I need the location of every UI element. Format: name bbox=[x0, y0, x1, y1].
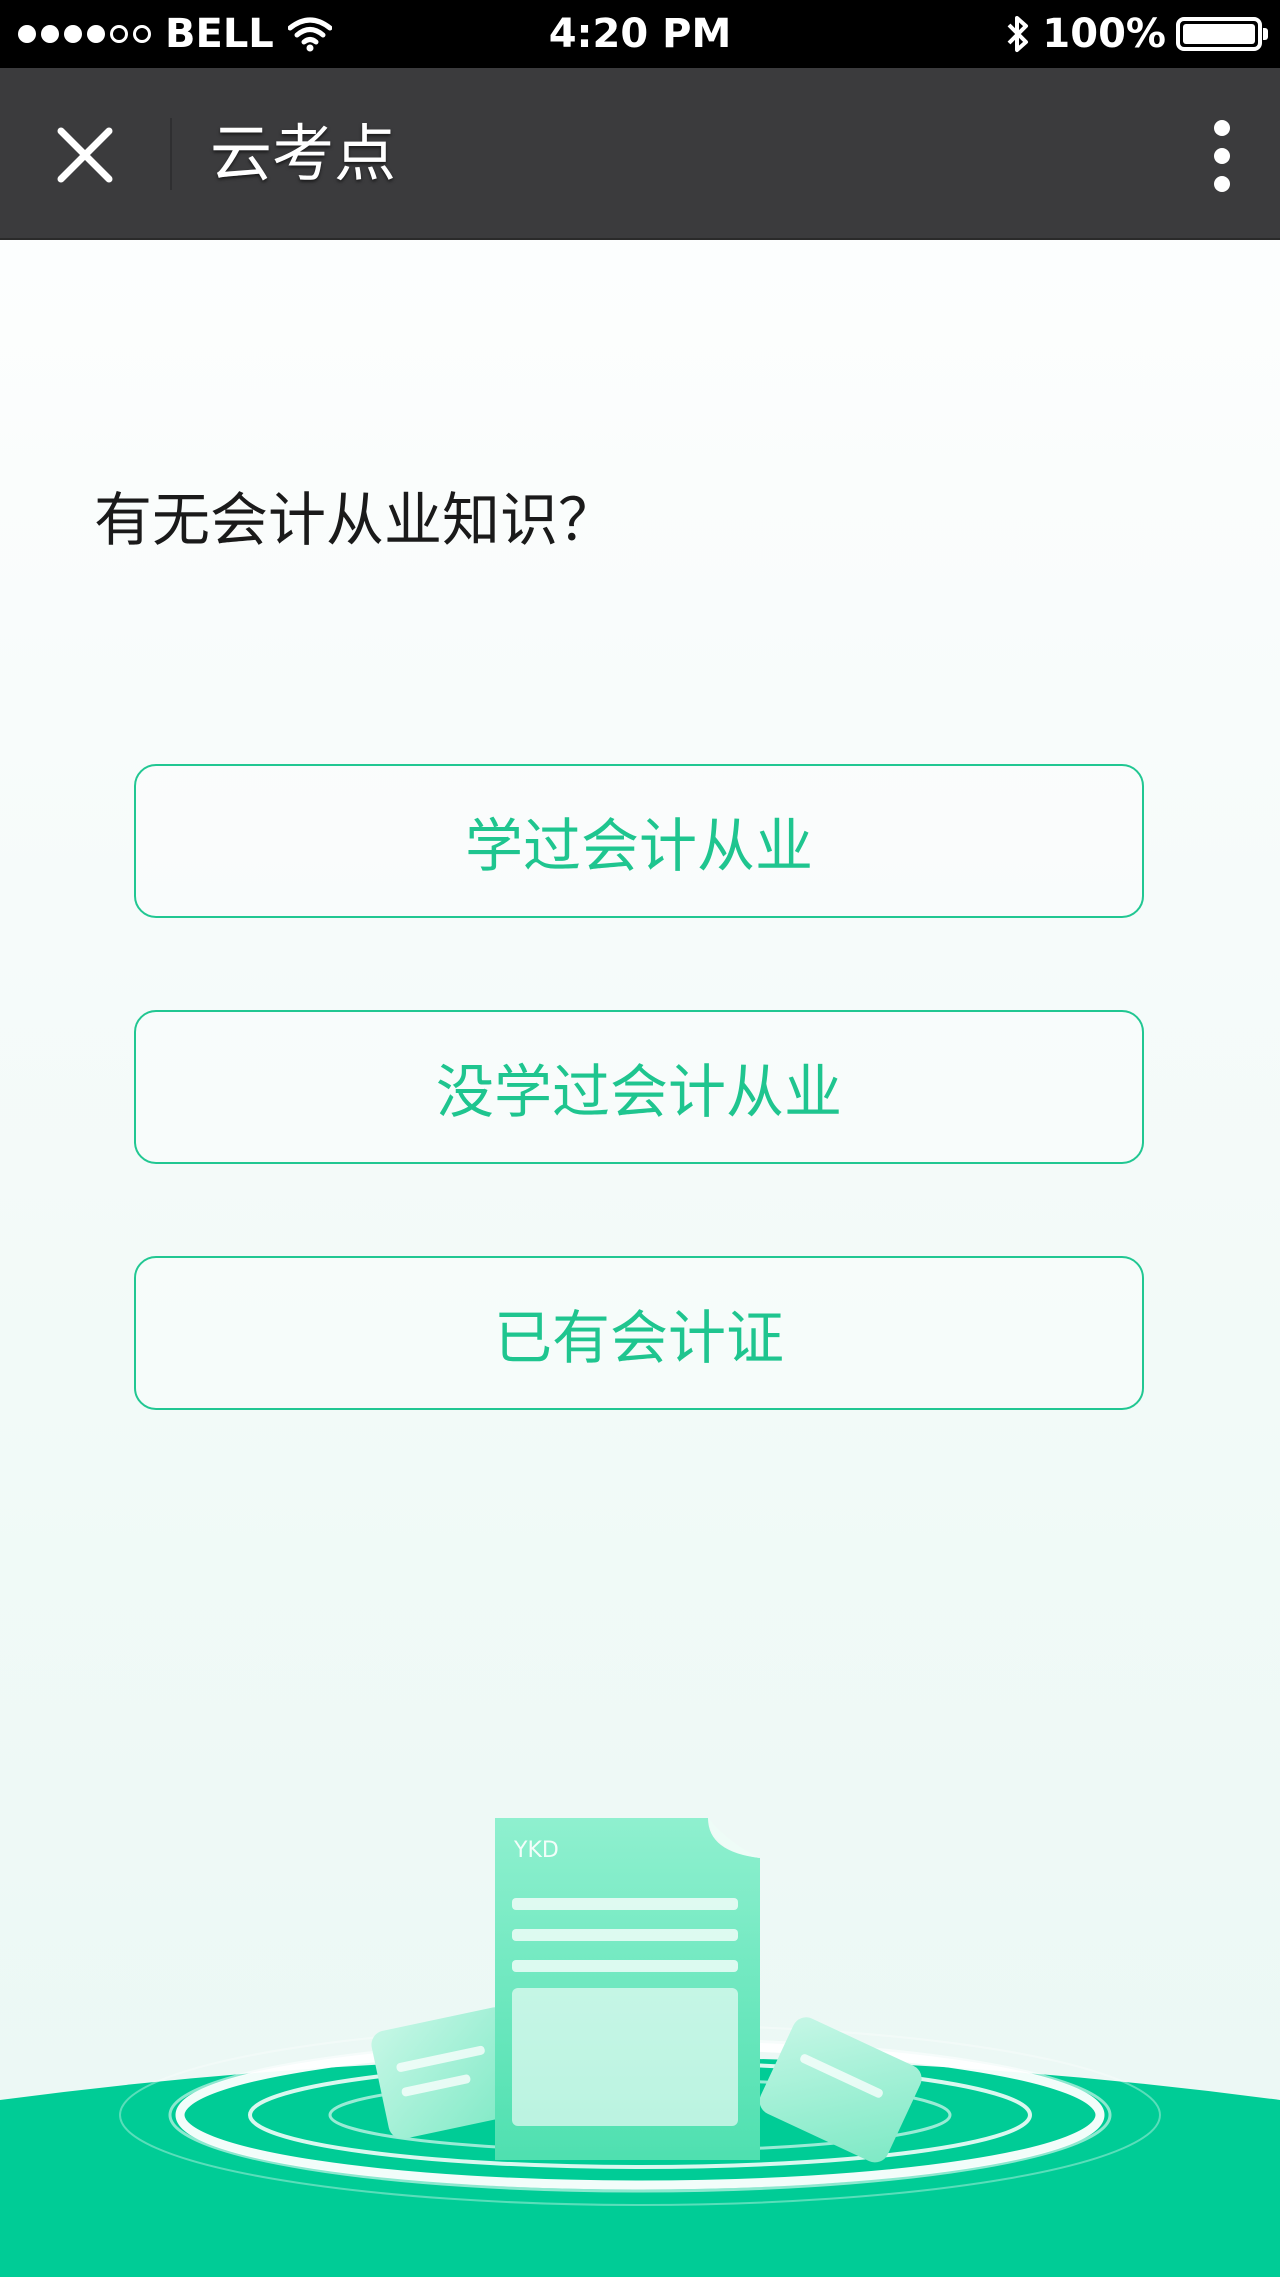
document-icon: YKD bbox=[495, 1818, 760, 2160]
nav-divider bbox=[170, 118, 172, 190]
option-not-studied-button[interactable]: 没学过会计从业 bbox=[134, 1010, 1144, 1164]
close-button[interactable] bbox=[40, 110, 130, 200]
option-studied-button[interactable]: 学过会计从业 bbox=[134, 764, 1144, 918]
page-title: 云考点 bbox=[210, 117, 397, 190]
bluetooth-icon bbox=[1008, 16, 1029, 52]
exam-illustration: YKD bbox=[0, 1818, 1280, 2277]
option-has-certificate-button[interactable]: 已有会计证 bbox=[134, 1256, 1144, 1410]
more-vertical-icon bbox=[1214, 120, 1230, 192]
nav-bar: 云考点 bbox=[0, 68, 1280, 240]
close-icon bbox=[57, 127, 113, 183]
battery-icon bbox=[1176, 17, 1268, 51]
more-button[interactable] bbox=[1192, 116, 1252, 196]
status-right: 100% bbox=[1004, 8, 1268, 60]
battery-percent: 100% bbox=[1042, 11, 1166, 57]
document-label: YKD bbox=[513, 1838, 559, 1863]
status-bar: BELL 4:20 PM 100% bbox=[0, 0, 1280, 68]
carrier-name: BELL bbox=[165, 11, 274, 57]
question-text: 有无会计从业知识？ bbox=[94, 486, 617, 554]
signal-strength-icon bbox=[18, 25, 151, 43]
status-left: BELL bbox=[18, 8, 332, 60]
wifi-icon bbox=[287, 17, 332, 52]
